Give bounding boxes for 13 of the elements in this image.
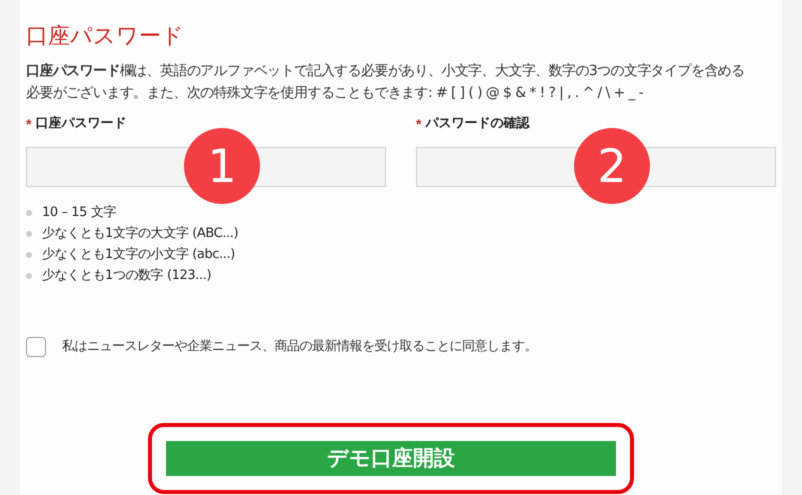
description-paragraph: 口座パスワード欄は、英語のアルファベットで記入する必要があり、小文字、大文字、数字の3つの文字タイプを含める必要がございます。また、次の特殊文字を使用することもできます: # [ ] ( ) @ $ & * ! ? | , . ^ / \ + _ - xyxy=(26,62,746,103)
checkbox-label: 私はニュースレターや企業ニュース、商品の最新情報を受け取ることに同意します。 xyxy=(62,338,537,356)
field-label: 口座パスワード xyxy=(35,114,126,134)
requirement-text: 少なくとも1つの数字 (123...) xyxy=(42,266,212,285)
requirement-text: 10 – 15 文字 xyxy=(42,204,116,222)
step-number-tooltip: 1 xyxy=(184,128,260,204)
step-number-tooltip: 2 xyxy=(574,128,650,204)
requirement-text: 少なくとも1文字の小文字 (abc...) xyxy=(42,246,235,264)
required-mark: * xyxy=(26,114,32,134)
field-label: パスワードの確認 xyxy=(425,115,530,134)
requirement-text: 少なくとも1文字の大文字 (ABC...) xyxy=(42,224,238,243)
section-heading: 口座パスワード xyxy=(26,23,185,51)
required-mark: * xyxy=(416,114,422,134)
